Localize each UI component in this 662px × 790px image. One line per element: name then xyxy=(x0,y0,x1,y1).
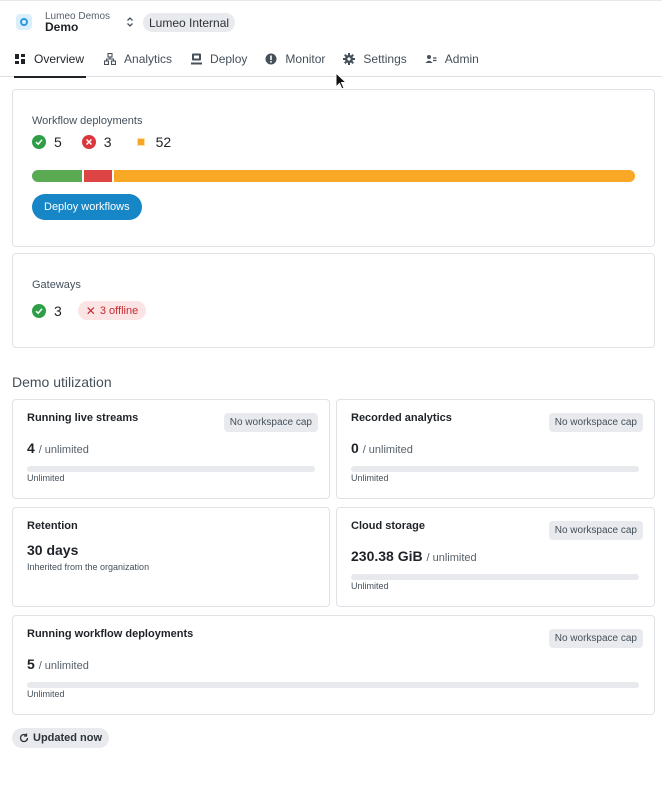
refresh-icon xyxy=(19,733,29,743)
tab-label: Analytics xyxy=(124,51,173,66)
retention-card: Retention 30 days Inherited from the org… xyxy=(12,507,330,607)
workspace-identity: Lumeo Demos Demo xyxy=(45,11,110,33)
usage-progress-bar xyxy=(27,466,315,472)
usage-progress-bar xyxy=(351,574,639,580)
card-title: Retention xyxy=(27,520,78,532)
main-tabs: Overview Analytics Deploy Monitor Settin… xyxy=(14,41,497,78)
chevron-up-down-icon[interactable] xyxy=(125,15,135,29)
card-title: Cloud storage xyxy=(351,520,425,532)
pending-value: 52 xyxy=(155,134,172,150)
usage-amount: 230.38 GiB xyxy=(351,548,423,564)
tab-analytics[interactable]: Analytics xyxy=(104,41,172,76)
dashboard-icon xyxy=(14,53,26,65)
running-value: 5 xyxy=(54,134,62,150)
live-streams-card: Running live streams No workspace cap 4 … xyxy=(12,399,330,499)
deployment-status-bar xyxy=(32,170,635,182)
usage-note: Unlimited xyxy=(351,581,389,591)
utilization-section-title: Demo utilization xyxy=(12,374,112,390)
pending-square-icon xyxy=(134,135,148,149)
lumeo-logo-icon xyxy=(16,14,32,30)
gear-icon xyxy=(343,52,356,65)
close-icon: ✕ xyxy=(85,303,96,318)
usage-value: 0 / unlimited xyxy=(351,440,413,456)
tab-overview[interactable]: Overview xyxy=(14,41,87,78)
tab-deploy[interactable]: Deploy xyxy=(190,41,247,76)
tab-label: Deploy xyxy=(210,51,248,66)
gateways-online-value: 3 xyxy=(54,302,62,319)
deploy-workflows-button[interactable]: Deploy workflows xyxy=(32,194,142,220)
usage-value: 230.38 GiB / unlimited xyxy=(351,548,477,564)
deploy-icon xyxy=(190,53,202,65)
card-title: Gateways xyxy=(32,279,81,291)
workspace-cap-badge: No workspace cap xyxy=(548,413,643,432)
check-circle-icon xyxy=(32,135,46,149)
monitor-alert-icon xyxy=(265,53,277,65)
bar-segment-pending xyxy=(112,170,635,182)
retention-value: 30 days xyxy=(27,542,79,558)
card-title: Running live streams xyxy=(27,412,139,424)
usage-note: Unlimited xyxy=(27,473,65,483)
usage-unit: / unlimited xyxy=(38,444,89,456)
usage-amount: 0 xyxy=(351,440,359,456)
usage-value: 4 / unlimited xyxy=(27,440,89,456)
retention-note: Inherited from the organization xyxy=(27,562,150,572)
updated-label: Updated now xyxy=(33,732,103,744)
tab-label: Monitor xyxy=(285,51,326,66)
usage-unit: / unlimited xyxy=(38,660,89,672)
card-title: Recorded analytics xyxy=(351,412,452,424)
workflow-deployments-usage-card: Running workflow deployments No workspac… xyxy=(12,615,655,715)
usage-progress-bar xyxy=(27,682,639,688)
usage-value: 5 / unlimited xyxy=(27,656,89,672)
bar-segment-errored xyxy=(82,170,113,182)
card-title: Running workflow deployments xyxy=(27,628,194,640)
usage-amount: 4 xyxy=(27,440,35,456)
gateways-online-count: 3 xyxy=(32,303,62,319)
pending-count: 52 xyxy=(134,134,172,150)
tab-label: Admin xyxy=(444,51,479,66)
usage-note: Unlimited xyxy=(27,689,65,699)
updated-status-chip[interactable]: Updated now xyxy=(12,728,110,748)
workflow-deployments-card: Workflow deployments 5 3 52 Deploy workf… xyxy=(12,89,655,247)
workspace-switcher[interactable]: Lumeo Demos Demo xyxy=(16,11,135,33)
offline-label: 3 offline xyxy=(99,304,139,317)
bar-segment-running xyxy=(32,170,83,182)
running-count: 5 xyxy=(32,134,62,150)
app-header: Lumeo Demos Demo Lumeo Internal Overview… xyxy=(0,0,662,78)
recorded-analytics-card: Recorded analytics No workspace cap 0 / … xyxy=(336,399,655,499)
workspace-badge: Lumeo Internal xyxy=(143,13,236,32)
usage-note: Unlimited xyxy=(351,473,389,483)
workspace-name: Demo xyxy=(45,20,79,34)
errored-value: 3 xyxy=(103,134,112,150)
usage-amount: 5 xyxy=(27,656,35,672)
gateways-offline-badge[interactable]: ✕ 3 offline xyxy=(77,301,147,320)
workspace-cap-badge: No workspace cap xyxy=(548,629,643,648)
tab-monitor[interactable]: Monitor xyxy=(265,41,325,76)
card-title: Workflow deployments xyxy=(32,115,143,127)
cloud-storage-card: Cloud storage No workspace cap 230.38 Gi… xyxy=(336,507,655,607)
error-circle-icon xyxy=(81,135,96,149)
gateways-card: Gateways 3 ✕ 3 offline xyxy=(12,253,655,348)
tab-label: Settings xyxy=(363,51,407,66)
tab-settings[interactable]: Settings xyxy=(343,41,407,76)
workspace-cap-badge: No workspace cap xyxy=(223,413,318,432)
tab-label: Overview xyxy=(34,51,85,66)
admin-icon xyxy=(425,53,437,65)
check-circle-icon xyxy=(32,303,46,318)
usage-progress-bar xyxy=(351,466,639,472)
usage-unit: / unlimited xyxy=(426,552,477,564)
usage-unit: / unlimited xyxy=(362,444,413,456)
tab-admin[interactable]: Admin xyxy=(425,41,479,76)
analytics-icon xyxy=(104,52,117,65)
workspace-cap-badge: No workspace cap xyxy=(548,521,643,540)
errored-count: 3 xyxy=(81,134,112,150)
